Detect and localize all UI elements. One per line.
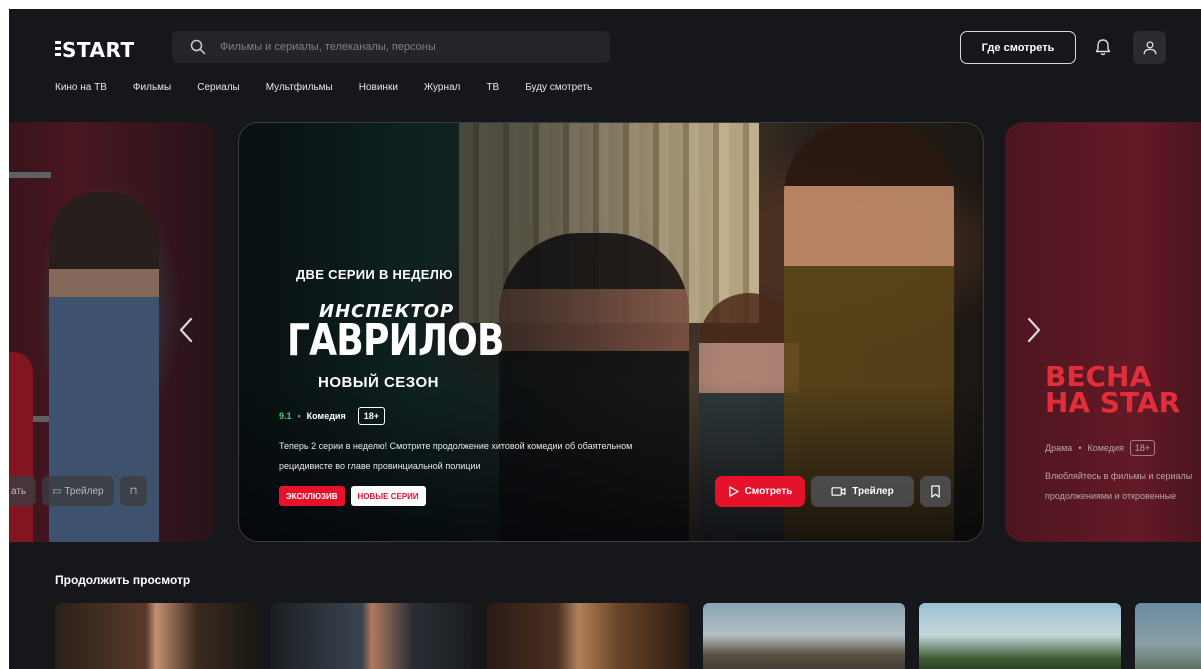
promo-description: Теперь 2 серии в неделю! Смотрите продол… xyxy=(279,436,709,476)
continue-watching-item[interactable] xyxy=(1135,603,1201,669)
right-card-title: ВЕСНА НА STAR xyxy=(1045,360,1181,419)
new-episodes-badge: НОВЫЕ СЕРИИ xyxy=(350,486,426,506)
promo-description-line: рецидивисте во главе провинциальной поли… xyxy=(279,461,481,471)
continue-watching-item[interactable] xyxy=(55,603,257,669)
exclusive-badge: ЭКСКЛЮЗИВ xyxy=(279,486,345,506)
main-nav: Кино на ТВ Фильмы Сериалы Мультфильмы Но… xyxy=(55,82,592,93)
nav-item-tv[interactable]: ТВ xyxy=(486,82,499,93)
continue-watching-item[interactable] xyxy=(703,603,905,669)
nav-item-watchlist[interactable]: Буду смотреть xyxy=(525,82,592,93)
right-card-genre: Драма xyxy=(1045,443,1073,453)
meta-separator: • xyxy=(1078,443,1082,453)
bookmark-icon xyxy=(931,485,940,498)
left-card-bookmark-button[interactable]: ⊓ xyxy=(119,476,148,506)
logo-mark-icon xyxy=(55,41,61,59)
nav-item-movies[interactable]: Фильмы xyxy=(133,82,171,93)
right-card-description-line: продолжениями и откровенные xyxy=(1045,491,1177,501)
promo-season: НОВЫЙ СЕЗОН xyxy=(318,374,440,391)
continue-watching-item[interactable] xyxy=(487,603,689,669)
right-card-meta: Драма • Комедия 18+ xyxy=(1045,440,1156,456)
nav-item-cartoons[interactable]: Мультфильмы xyxy=(266,82,333,93)
continue-watching-title: Продолжить просмотр xyxy=(55,573,191,587)
nav-item-journal[interactable]: Журнал xyxy=(424,82,461,93)
camera-icon: ▭ xyxy=(52,485,65,497)
continue-watching-item[interactable] xyxy=(271,603,473,669)
nav-item-new[interactable]: Новинки xyxy=(359,82,398,93)
camera-icon xyxy=(831,487,846,496)
bell-icon[interactable] xyxy=(1093,37,1113,57)
meta-separator: • xyxy=(297,411,301,421)
promo-actions: Смотреть Трейлер xyxy=(715,476,951,507)
where-to-watch-button[interactable]: Где смотреть xyxy=(960,31,1076,64)
age-rating-badge: 18+ xyxy=(357,407,385,425)
trailer-button[interactable]: Трейлер xyxy=(811,476,914,507)
promo-kicker: ДВЕ СЕРИИ В НЕДЕЛЮ xyxy=(296,267,453,282)
promo-description-line: Теперь 2 серии в неделю! Смотрите продол… xyxy=(279,441,633,451)
left-card-trailer-button[interactable]: ▭ Трейлер xyxy=(42,476,114,506)
start-logo[interactable]: START xyxy=(55,38,135,62)
trailer-label: Трейлер xyxy=(852,486,894,497)
continue-watching-row xyxy=(55,603,1201,669)
right-card-description: Влюбляйтесь в фильмы и сериалы продолжен… xyxy=(1045,466,1201,506)
promo-meta: 9.1 • Комедия 18+ xyxy=(279,407,385,425)
chevron-right-icon[interactable] xyxy=(1023,317,1043,343)
chevron-left-icon[interactable] xyxy=(177,317,197,343)
bookmark-icon: ⊓ xyxy=(129,485,138,497)
right-card-age-badge: 18+ xyxy=(1129,440,1156,456)
rating-value: 9.1 xyxy=(279,411,292,421)
promo-badges: ЭКСКЛЮЗИВ НОВЫЕ СЕРИИ xyxy=(279,486,426,506)
app-window: START Где смотреть Кино на ТВ Фильмы Сер… xyxy=(9,9,1201,669)
search-icon xyxy=(190,39,206,55)
profile-button[interactable] xyxy=(1133,31,1166,64)
left-card-trailer-label: Трейлер xyxy=(64,485,104,497)
left-card-watch-button[interactable]: ать xyxy=(9,476,37,506)
bookmark-button[interactable] xyxy=(920,476,951,507)
logo-text: START xyxy=(62,38,135,62)
watch-label: Смотреть xyxy=(744,486,793,497)
nav-item-tv-movies[interactable]: Кино на ТВ xyxy=(55,82,107,93)
watch-button[interactable]: Смотреть xyxy=(715,476,805,507)
right-card-genre: Комедия xyxy=(1087,443,1124,453)
continue-watching-item[interactable] xyxy=(919,603,1121,669)
user-icon xyxy=(1143,40,1156,54)
search-input[interactable] xyxy=(220,41,600,53)
play-icon xyxy=(728,486,739,497)
nav-item-series[interactable]: Сериалы xyxy=(197,82,240,93)
search-bar[interactable] xyxy=(172,31,610,63)
genre-label: Комедия xyxy=(306,411,346,421)
carousel-card-active[interactable]: ДВЕ СЕРИИ В НЕДЕЛЮ ИНСПЕКТОР ГАВРИЛОВ НО… xyxy=(238,122,984,542)
left-card-actions: ать ▭ Трейлер ⊓ xyxy=(9,476,148,506)
right-card-description-line: Влюбляйтесь в фильмы и сериалы xyxy=(1045,471,1193,481)
promo-title-main: ГАВРИЛОВ xyxy=(287,315,504,366)
